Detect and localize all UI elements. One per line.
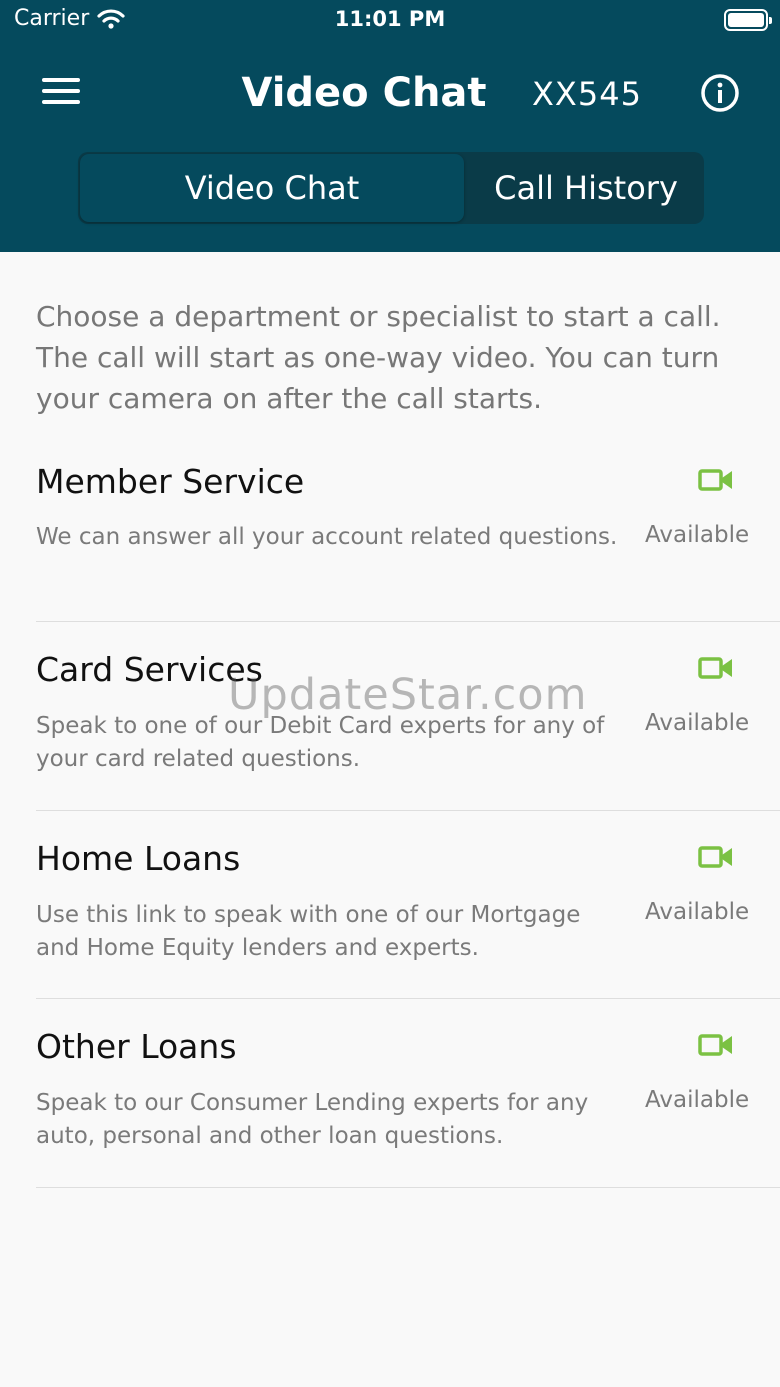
video-camera-icon bbox=[698, 846, 732, 868]
info-icon[interactable] bbox=[700, 73, 740, 113]
availability-status: Available bbox=[645, 899, 750, 925]
department-item-home-loans[interactable]: Home Loans Use this link to speak with o… bbox=[36, 839, 780, 999]
status-bar: Carrier 11:01 PM bbox=[0, 0, 780, 40]
department-description: Use this link to speak with one of our M… bbox=[36, 902, 581, 961]
department-item-other-loans[interactable]: Other Loans Speak to our Consumer Lendin… bbox=[36, 1027, 780, 1188]
header: Carrier 11:01 PM Video Chat XX545 Video … bbox=[0, 0, 780, 252]
intro-text: Choose a department or specialist to sta… bbox=[36, 300, 721, 415]
watermark: UpdateStar.com bbox=[228, 670, 588, 720]
department-title: Member Service bbox=[36, 462, 305, 501]
availability-status: Available bbox=[645, 522, 750, 548]
availability-status: Available bbox=[645, 710, 750, 736]
department-item-member-service[interactable]: Member Service We can answer all your ac… bbox=[36, 462, 780, 622]
video-camera-icon bbox=[698, 469, 732, 491]
department-title: Other Loans bbox=[36, 1027, 237, 1066]
account-number: XX545 bbox=[532, 75, 642, 113]
video-camera-icon bbox=[698, 657, 732, 679]
status-time: 11:01 PM bbox=[334, 7, 446, 31]
department-title: Home Loans bbox=[36, 839, 241, 878]
availability-status: Available bbox=[645, 1087, 750, 1113]
department-description: We can answer all your account related q… bbox=[36, 524, 618, 550]
video-camera-icon bbox=[698, 1034, 732, 1056]
department-description: Speak to our Consumer Lending experts fo… bbox=[36, 1090, 589, 1149]
battery-icon bbox=[724, 9, 772, 31]
tab-switcher: Video Chat Call History bbox=[78, 152, 704, 224]
tab-call-history[interactable]: Call History bbox=[468, 152, 704, 224]
tab-video-chat[interactable]: Video Chat bbox=[80, 154, 464, 222]
